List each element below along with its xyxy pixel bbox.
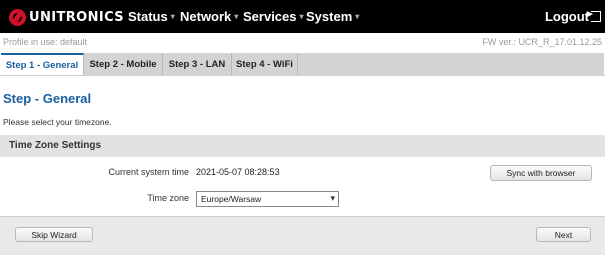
page-hint: Please select your timezone. xyxy=(3,117,112,127)
nav-status-menu[interactable]: Status ▾ xyxy=(128,0,175,33)
timezone-label: Time zone xyxy=(147,193,189,203)
wizard-tabs: Step 1 - General Step 2 - Mobile Step 3 … xyxy=(1,53,604,75)
sync-with-browser-button[interactable]: Sync with browser xyxy=(490,165,592,181)
tab-step-2-mobile[interactable]: Step 2 - Mobile xyxy=(84,53,163,75)
next-button[interactable]: Next xyxy=(536,227,591,242)
chevron-down-icon: ▾ xyxy=(234,12,239,21)
section-title: Time Zone Settings xyxy=(9,140,102,151)
nav-network-menu[interactable]: Network ▾ xyxy=(180,0,238,33)
tab-step-4-wifi[interactable]: Step 4 - WiFi xyxy=(232,53,298,75)
tab-divider xyxy=(0,75,605,76)
nav-status-label: Status xyxy=(128,9,168,24)
nav-system-label: System xyxy=(306,9,353,24)
current-time-value: 2021-05-07 08:28:53 xyxy=(196,167,280,177)
chevron-down-icon: ▾ xyxy=(355,12,360,21)
unitronics-logo: UNITRONICS xyxy=(9,8,125,26)
chevron-down-icon: ▾ xyxy=(299,12,304,21)
page-title: Step - General xyxy=(3,91,92,106)
logout-icon xyxy=(587,7,601,22)
firmware-version: FW ver.: UCR_R_17.01.12.25 xyxy=(482,37,602,47)
timezone-select[interactable]: Europe/Warsaw ▾ xyxy=(196,191,339,207)
chevron-down-icon: ▾ xyxy=(330,193,335,203)
skip-wizard-button[interactable]: Skip Wizard xyxy=(15,227,93,242)
nav-network-label: Network xyxy=(180,9,232,24)
tab-step-3-lan[interactable]: Step 3 - LAN xyxy=(163,53,232,75)
chevron-down-icon: ▾ xyxy=(170,12,175,21)
nav-services-menu[interactable]: Services ▾ xyxy=(243,0,304,33)
unitronics-logo-icon xyxy=(9,8,26,26)
brand-name: UNITRONICS xyxy=(29,9,125,25)
top-navigation-bar: UNITRONICS Status ▾ Network ▾ Services ▾… xyxy=(0,0,605,33)
logout-label: Logout xyxy=(544,9,589,24)
nav-services-label: Services xyxy=(243,9,297,24)
current-time-label: Current system time xyxy=(108,167,189,177)
nav-system-menu[interactable]: System ▾ xyxy=(306,0,359,33)
tab-step-1-general[interactable]: Step 1 - General xyxy=(1,53,84,75)
logout-link[interactable]: Logout xyxy=(545,0,601,33)
profile-in-use: Profile in use: default xyxy=(3,37,88,47)
timezone-selected-value: Europe/Warsaw xyxy=(201,194,262,204)
